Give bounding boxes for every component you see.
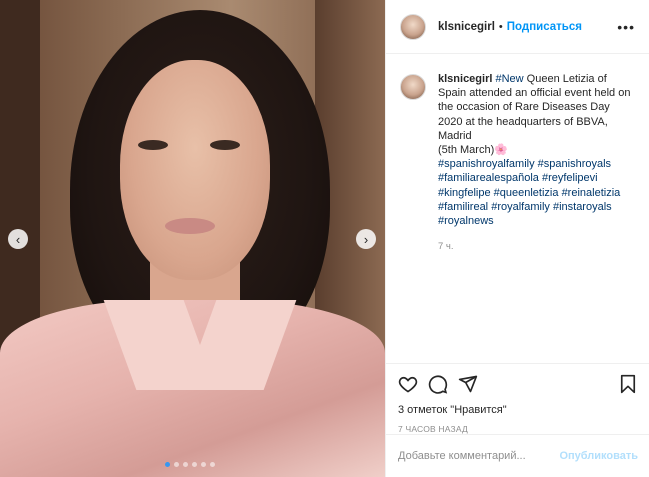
post-actions: 3 отметок "Нравится" 7 ЧАСОВ НАЗАД xyxy=(386,363,649,434)
photo-eye-left xyxy=(138,140,168,150)
chevron-right-icon: › xyxy=(363,231,369,247)
header-separator: • xyxy=(498,20,503,33)
hashtag-link[interactable]: #instaroyals xyxy=(553,201,612,213)
hashtag-link[interactable]: #spanishroyalfamily xyxy=(438,158,535,170)
hashtag-link[interactable]: #familireal xyxy=(438,201,488,213)
post-photo[interactable]: ‹ › xyxy=(0,0,385,477)
caption-date: (5th March) xyxy=(438,144,495,157)
publish-button[interactable]: Опубликовать xyxy=(559,450,638,462)
chevron-left-icon: ‹ xyxy=(15,231,21,247)
comment-icon[interactable] xyxy=(428,374,448,394)
hashtag-link[interactable]: #reyfelipevi xyxy=(542,172,598,184)
flower-icon: 🌸 xyxy=(494,144,508,157)
hashtag-link[interactable]: #New xyxy=(495,73,523,85)
share-icon[interactable] xyxy=(458,374,478,394)
caption-username[interactable]: klsnicegirl xyxy=(438,73,492,85)
heart-icon[interactable] xyxy=(398,374,418,394)
hashtag-link[interactable]: #royalnews xyxy=(438,215,494,227)
post-caption: klsnicegirl #New Queen Letizia of Spain … xyxy=(386,54,649,254)
carousel-indicator xyxy=(165,462,215,467)
hashtag-link[interactable]: #royalfamily xyxy=(491,201,550,213)
caption-timestamp: 7 ч. xyxy=(438,241,454,253)
action-icons xyxy=(398,370,638,398)
photo-face xyxy=(120,60,270,280)
carousel-dot xyxy=(210,462,215,467)
bookmark-icon[interactable] xyxy=(618,374,638,394)
caption-text: klsnicegirl #New Queen Letizia of Spain … xyxy=(438,72,635,143)
comment-input[interactable] xyxy=(398,450,558,462)
hashtag-link[interactable]: #kingfelipe xyxy=(438,187,491,199)
photo-lips xyxy=(165,218,215,234)
carousel-dot xyxy=(183,462,188,467)
hashtag-link[interactable]: #queenletizia xyxy=(494,187,559,199)
comment-box: Опубликовать xyxy=(386,434,649,477)
post-username[interactable]: klsnicegirl xyxy=(438,21,495,33)
caption-avatar[interactable] xyxy=(400,74,426,100)
caption-date-line: (5th March)🌸 xyxy=(438,143,635,157)
carousel-dot xyxy=(174,462,179,467)
hashtag-link[interactable]: #reinaletizia xyxy=(562,187,621,199)
hashtag-link[interactable]: #familiarealespañola xyxy=(438,172,539,184)
caption-body: klsnicegirl #New Queen Letizia of Spain … xyxy=(438,72,635,254)
carousel-next-button[interactable]: › xyxy=(356,229,376,249)
carousel-prev-button[interactable]: ‹ xyxy=(8,229,28,249)
avatar[interactable] xyxy=(400,13,426,40)
more-options-icon[interactable]: ••• xyxy=(617,19,635,35)
photo-eye-right xyxy=(210,140,240,150)
hashtag-link[interactable]: #spanishroyals xyxy=(538,158,611,170)
carousel-dot xyxy=(192,462,197,467)
hashtag-list: #spanishroyalfamily #spanishroyals #fami… xyxy=(438,157,635,228)
follow-button[interactable]: Подписаться xyxy=(507,21,582,33)
post-timestamp: 7 ЧАСОВ НАЗАД xyxy=(398,424,468,434)
likes-count[interactable]: 3 отметок "Нравится" xyxy=(398,404,638,416)
post-header: klsnicegirl • Подписаться ••• xyxy=(386,0,649,54)
carousel-dot xyxy=(201,462,206,467)
post-side-panel: klsnicegirl • Подписаться ••• klsnicegir… xyxy=(385,0,649,477)
carousel-dot xyxy=(165,462,170,467)
